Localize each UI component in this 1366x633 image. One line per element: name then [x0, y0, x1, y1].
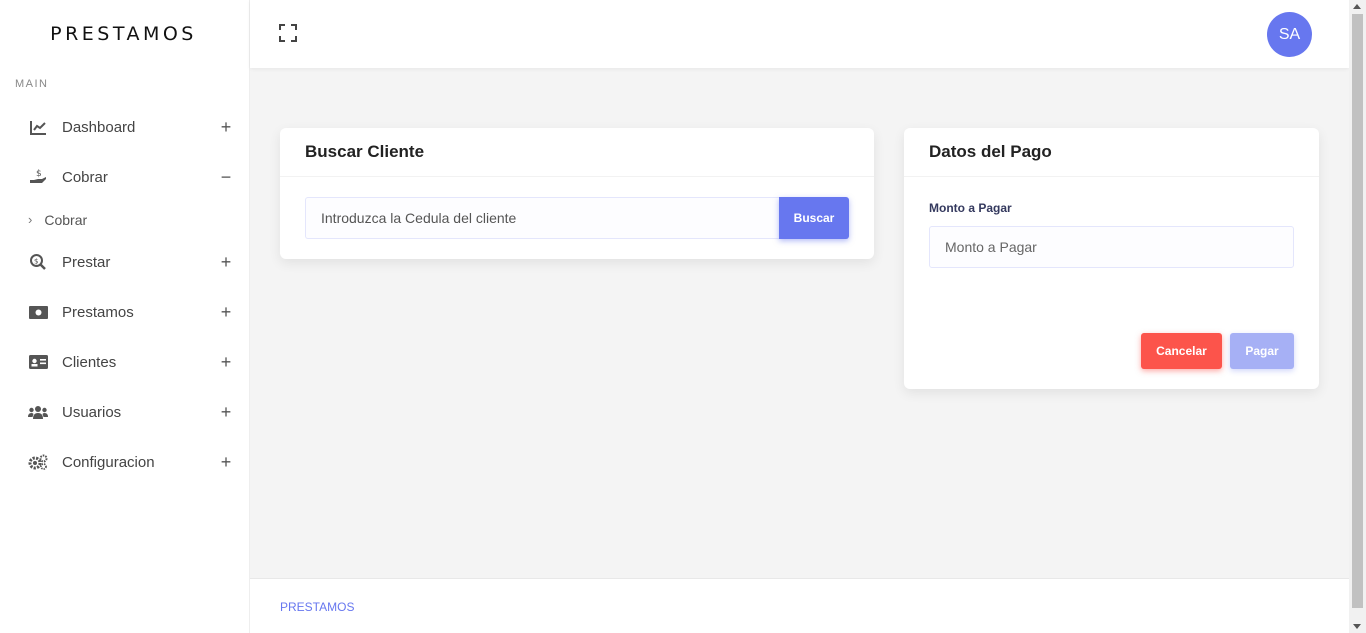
- svg-text:$: $: [36, 169, 42, 179]
- collapse-icon[interactable]: −: [219, 167, 233, 188]
- page-scrollbar[interactable]: [1349, 0, 1366, 633]
- search-dollar-icon: $: [28, 252, 48, 272]
- hand-holding-usd-icon: $: [28, 167, 48, 187]
- sidebar-item-clientes[interactable]: Clientes +: [0, 337, 249, 387]
- money-bill-icon: [28, 302, 48, 322]
- datos-pago-card: Datos del Pago Monto a Pagar Cancelar Pa…: [904, 128, 1319, 389]
- sidebar-item-label: Dashboard: [62, 118, 136, 136]
- sidebar-item-configuracion[interactable]: Configuracion +: [0, 437, 249, 487]
- sidebar-item-label: Prestamos: [62, 303, 134, 321]
- pagar-button[interactable]: Pagar: [1230, 333, 1294, 369]
- expand-icon[interactable]: +: [219, 117, 233, 138]
- buscar-cliente-card: Buscar Cliente Buscar: [280, 128, 874, 259]
- chart-line-icon: [28, 117, 48, 137]
- card-title: Datos del Pago: [904, 128, 1319, 177]
- expand-icon[interactable]: +: [219, 302, 233, 323]
- sidebar-subitem-label: Cobrar: [44, 211, 88, 228]
- sidebar-subitem-cobrar[interactable]: › Cobrar: [0, 202, 249, 237]
- sidebar-item-label: Cobrar: [62, 168, 108, 186]
- topbar: SA: [250, 0, 1349, 68]
- expand-icon[interactable]: +: [219, 352, 233, 373]
- expand-icon[interactable]: +: [219, 402, 233, 423]
- monto-input[interactable]: [929, 226, 1294, 268]
- footer: PRESTAMOS: [250, 578, 1349, 633]
- sidebar-item-label: Clientes: [62, 353, 117, 371]
- sidebar-item-usuarios[interactable]: Usuarios +: [0, 387, 249, 437]
- svg-text:$: $: [34, 258, 38, 266]
- sidebar-item-label: Prestar: [62, 253, 111, 271]
- cancelar-button[interactable]: Cancelar: [1141, 333, 1222, 369]
- sidebar-item-label: Configuracion: [62, 453, 155, 471]
- card-title: Buscar Cliente: [280, 128, 874, 177]
- sidebar: PRESTAMOS MAIN Dashboard + $ Cobrar − › …: [0, 0, 250, 633]
- brand-logo[interactable]: PRESTAMOS: [0, 0, 249, 68]
- scroll-up-icon[interactable]: [1353, 4, 1361, 9]
- sidebar-item-prestamos[interactable]: Prestamos +: [0, 287, 249, 337]
- id-card-icon: [28, 352, 48, 372]
- brand-name: PRESTAMOS: [50, 23, 197, 45]
- footer-text: PRESTAMOS: [280, 600, 355, 614]
- sidebar-item-prestar[interactable]: $ Prestar +: [0, 237, 249, 287]
- avatar[interactable]: SA: [1267, 12, 1312, 57]
- sidebar-item-cobrar[interactable]: $ Cobrar −: [0, 152, 249, 202]
- monto-label: Monto a Pagar: [929, 201, 1012, 215]
- fullscreen-icon[interactable]: [279, 24, 299, 44]
- sidebar-item-label: Usuarios: [62, 403, 122, 421]
- cogs-icon: [28, 452, 48, 472]
- expand-icon[interactable]: +: [219, 452, 233, 473]
- search-group: Buscar: [305, 197, 849, 239]
- menu-section-title: MAIN: [15, 78, 49, 90]
- sidebar-item-dashboard[interactable]: Dashboard +: [0, 102, 249, 152]
- users-icon: [28, 402, 48, 422]
- chevron-right-icon: ›: [28, 212, 33, 227]
- expand-icon[interactable]: +: [219, 252, 233, 273]
- scroll-thumb[interactable]: [1352, 14, 1363, 608]
- cedula-search-input[interactable]: [305, 197, 779, 239]
- buscar-button[interactable]: Buscar: [779, 197, 849, 239]
- scroll-down-icon[interactable]: [1353, 624, 1361, 629]
